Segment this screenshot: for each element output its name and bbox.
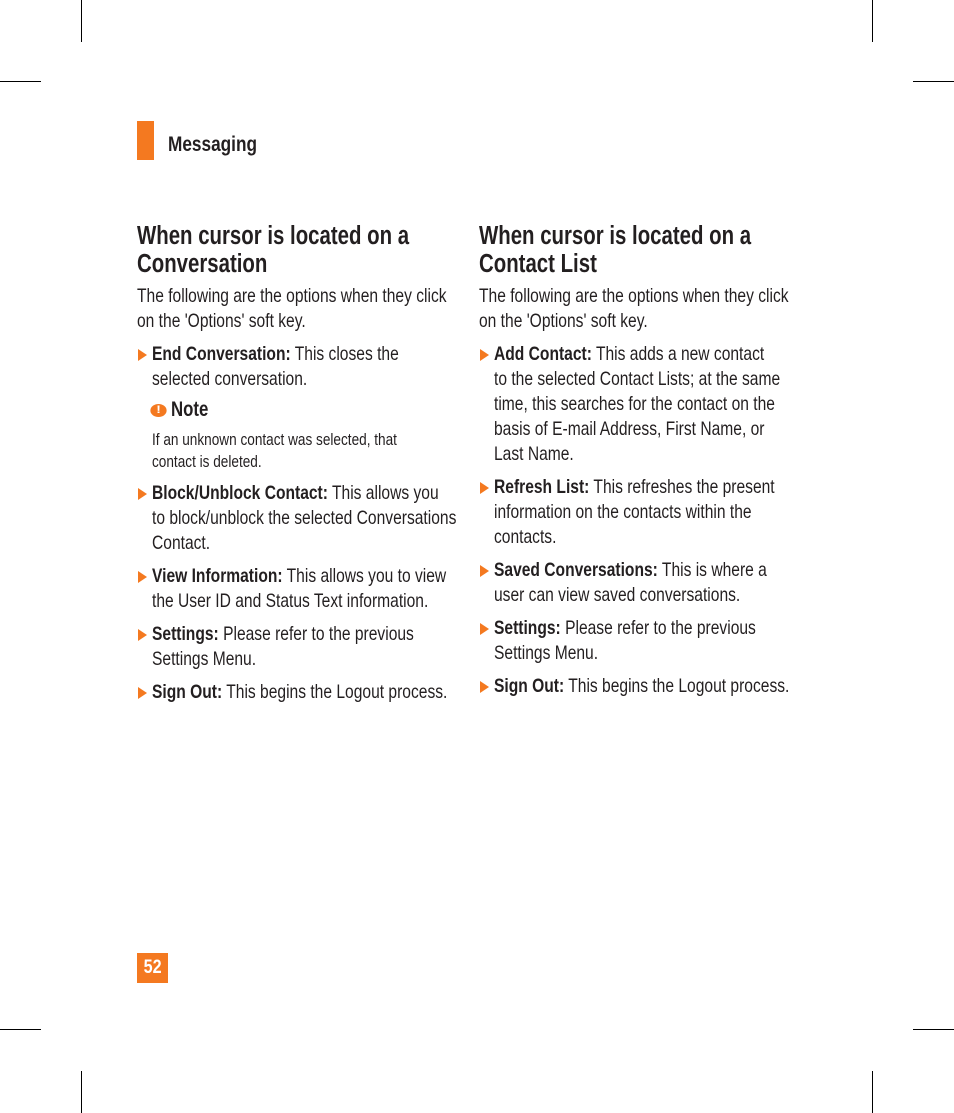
crop-mark	[872, 0, 873, 42]
arrow-bullet-icon	[480, 482, 489, 494]
section-marker	[137, 121, 154, 160]
arrow-bullet-icon	[480, 681, 489, 693]
option-add-contact: Add Contact: This adds a new contact to …	[479, 342, 879, 467]
crop-mark	[0, 81, 41, 82]
note-box: ! Note If an unknown contact was selecte…	[137, 396, 537, 473]
crop-mark	[872, 1071, 873, 1113]
page-number: 52	[137, 953, 168, 983]
arrow-bullet-icon	[138, 629, 147, 641]
option-end-conversation: End Conversation: This closes the select…	[137, 342, 537, 392]
arrow-bullet-icon	[480, 623, 489, 635]
option-refresh-list: Refresh List: This refreshes the present…	[479, 475, 879, 550]
arrow-bullet-icon	[480, 349, 489, 361]
option-view-information: View Information: This allows you to vie…	[137, 564, 537, 614]
right-column: When cursor is located on a Contact List…	[479, 220, 879, 699]
option-settings: Settings: Please refer to the previous S…	[137, 622, 537, 672]
right-heading: When cursor is located on a Contact List	[479, 222, 752, 278]
arrow-bullet-icon	[138, 349, 147, 361]
option-settings: Settings: Please refer to the previous S…	[479, 616, 879, 666]
section-title: Messaging	[168, 133, 257, 156]
crop-mark	[81, 0, 82, 42]
crop-mark	[81, 1071, 82, 1113]
arrow-bullet-icon	[138, 571, 147, 583]
arrow-bullet-icon	[138, 488, 147, 500]
note-title: Note	[171, 398, 209, 421]
arrow-bullet-icon	[138, 687, 147, 699]
option-sign-out: Sign Out: This begins the Logout process…	[479, 674, 879, 699]
crop-mark	[913, 1029, 954, 1030]
right-intro: The following are the options when they …	[479, 285, 789, 332]
exclamation-icon: !	[150, 403, 167, 417]
option-block-unblock-contact: Block/Unblock Contact: This allows you t…	[137, 481, 537, 556]
option-sign-out: Sign Out: This begins the Logout process…	[137, 680, 537, 705]
left-column: When cursor is located on a Conversation…	[137, 220, 537, 705]
arrow-bullet-icon	[480, 565, 489, 577]
left-heading: When cursor is located on a Conversation	[137, 222, 410, 278]
option-saved-conversations: Saved Conversations: This is where a use…	[479, 558, 879, 608]
left-intro: The following are the options when they …	[137, 285, 447, 332]
crop-mark	[913, 81, 954, 82]
crop-mark	[0, 1029, 41, 1030]
